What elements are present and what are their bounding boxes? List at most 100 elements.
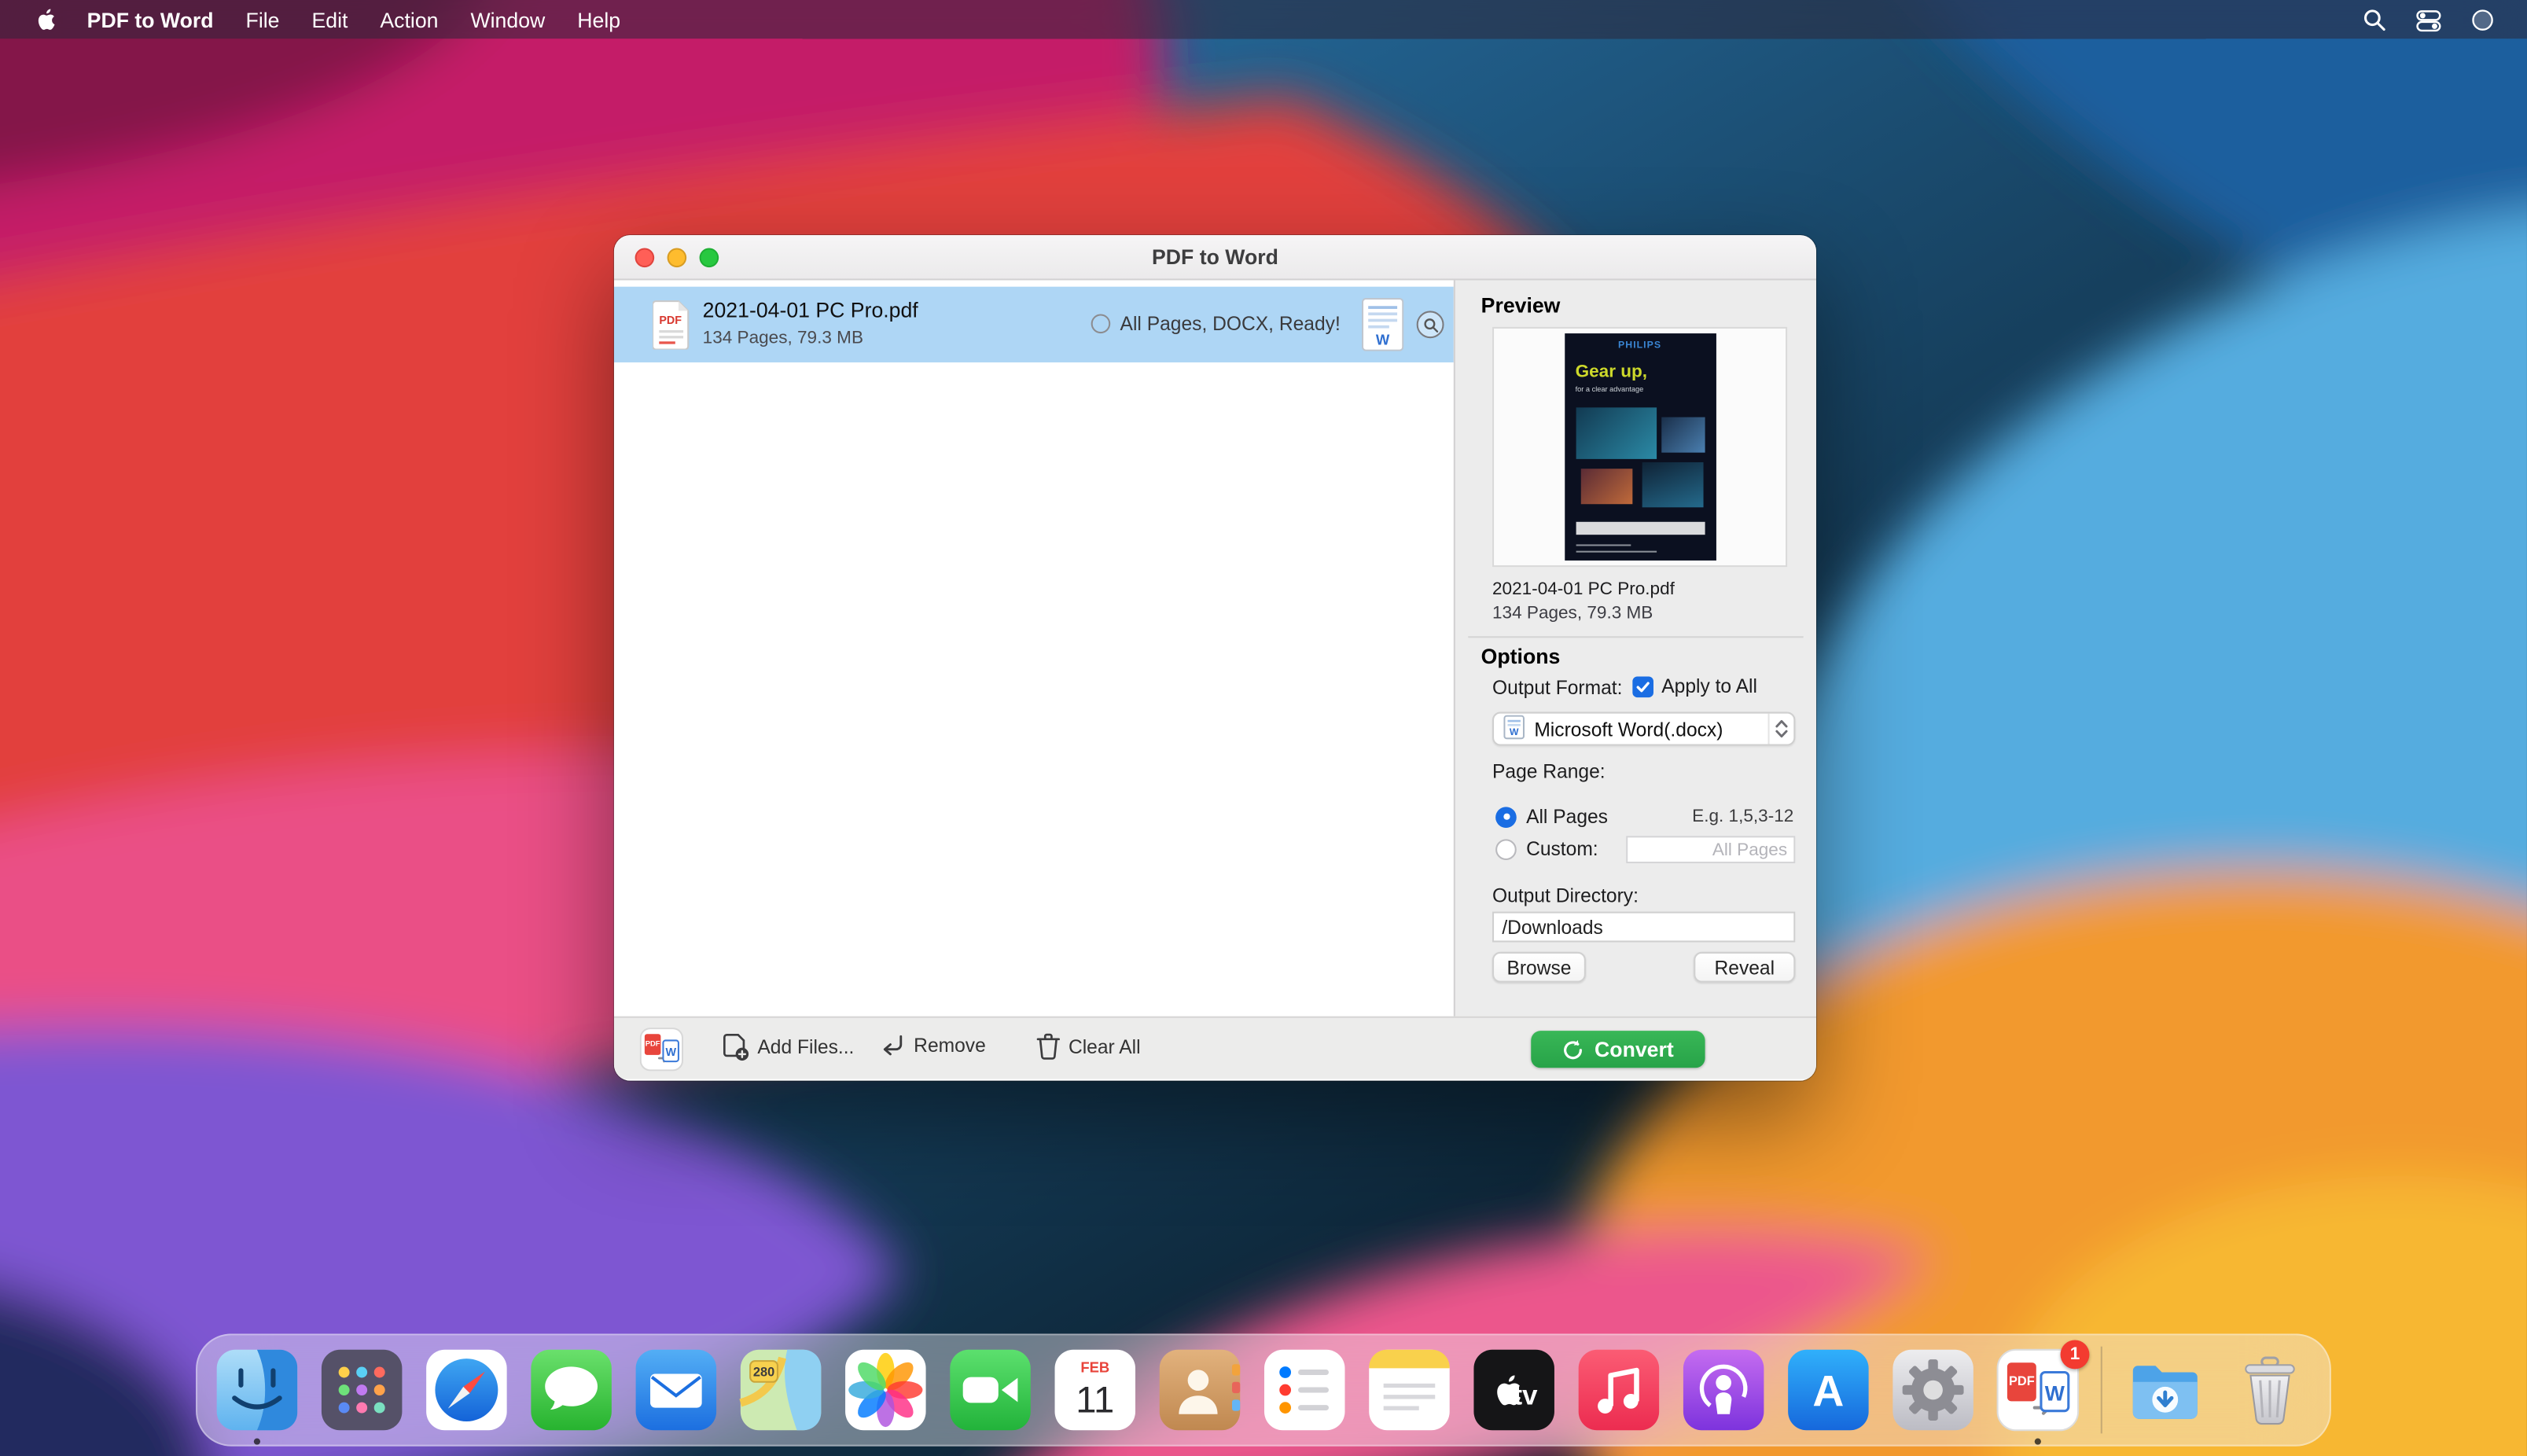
dock-item-finder[interactable] (215, 1348, 300, 1432)
control-center-icon[interactable] (2416, 7, 2442, 31)
dock-item-calendar[interactable]: FEB 11 (1053, 1348, 1137, 1432)
svg-text:W: W (2045, 1381, 2065, 1405)
file-list: PDF 2021-04-01 PC Pro.pdf 134 Pages, 79.… (614, 280, 1454, 1016)
running-indicator (2035, 1438, 2041, 1444)
remove-label: Remove (914, 1034, 986, 1057)
remove-icon (878, 1032, 906, 1058)
dock-item-pdf-to-word[interactable]: PDF W 1 (1996, 1348, 2080, 1432)
word-format-icon: W (1503, 715, 1525, 744)
preview-thumbnail: PHILIPS Gear up, for a clear advantage (1492, 327, 1787, 567)
menu-action[interactable]: Action (364, 7, 454, 31)
mail-icon (635, 1348, 719, 1432)
desktop: PDF to Word File Edit Action Window Help (0, 0, 2527, 1456)
dock-item-tv[interactable]: tv (1472, 1348, 1556, 1432)
pdf-to-word-window: PDF to Word PDF 2021-04-01 PC Pro.pdf 1 (614, 235, 1816, 1081)
dock-item-maps[interactable]: 280 (739, 1348, 823, 1432)
svg-text:W: W (1376, 331, 1390, 347)
custom-range-input[interactable] (1626, 836, 1795, 863)
dock-item-mail[interactable] (635, 1348, 719, 1432)
menu-edit[interactable]: Edit (296, 7, 364, 31)
menu-help[interactable]: Help (561, 7, 637, 31)
add-files-button[interactable]: Add Files... (722, 1032, 854, 1061)
cover-line (1576, 543, 1631, 546)
dock-item-notes[interactable] (1367, 1348, 1451, 1432)
clear-all-label: Clear All (1069, 1035, 1141, 1057)
dock-item-downloads[interactable] (2123, 1348, 2207, 1432)
dock-item-facetime[interactable] (948, 1348, 1032, 1432)
browse-button[interactable]: Browse (1492, 952, 1586, 983)
calendar-month: FEB (1080, 1359, 1109, 1375)
menu-app-name[interactable]: PDF to Word (71, 7, 230, 31)
svg-text:W: W (1510, 726, 1519, 737)
preview-magnifier-button[interactable] (1417, 311, 1444, 338)
cover-image-block (1642, 462, 1703, 507)
panel-divider (1468, 636, 1803, 638)
window-titlebar[interactable]: PDF to Word (614, 235, 1816, 280)
menu-window[interactable]: Window (454, 7, 561, 31)
music-icon (1577, 1348, 1661, 1432)
notification-badge: 1 (2061, 1340, 2090, 1370)
cover-headline: Gear up, (1576, 362, 1647, 382)
all-pages-label: All Pages (1526, 805, 1608, 828)
pdf-file-icon: PDF (653, 300, 691, 358)
notes-icon (1367, 1348, 1451, 1432)
dock-item-contacts[interactable] (1158, 1348, 1242, 1432)
dock-item-safari[interactable] (425, 1348, 509, 1432)
all-pages-radio[interactable] (1495, 806, 1517, 827)
custom-range-radio[interactable] (1495, 838, 1517, 859)
apply-to-all-label: Apply to All (1661, 675, 1757, 697)
facetime-icon (948, 1348, 1032, 1432)
cover-image-block (1576, 407, 1656, 459)
reveal-button[interactable]: Reveal (1694, 952, 1795, 983)
running-indicator (254, 1438, 260, 1444)
photos-icon (844, 1348, 928, 1432)
cover-brand: PHILIPS (1564, 341, 1716, 351)
app-store-letter: A (1812, 1367, 1844, 1416)
pdf-to-word-logo-icon: PDF W (640, 1028, 683, 1079)
window-title: PDF to Word (614, 235, 1816, 280)
dock-item-photos[interactable] (844, 1348, 928, 1432)
safari-icon (425, 1348, 509, 1432)
apple-menu[interactable] (0, 7, 71, 31)
menu-file[interactable]: File (230, 7, 296, 31)
dock-item-reminders[interactable] (1263, 1348, 1347, 1432)
calendar-day: 11 (1076, 1379, 1114, 1421)
app-store-icon: A (1786, 1348, 1870, 1432)
window-toolbar: PDF W Add Files... Rem (614, 1017, 1816, 1079)
popup-chevrons-icon (1768, 714, 1794, 745)
menu-bar: PDF to Word File Edit Action Window Help (0, 0, 2527, 39)
dock-item-system-preferences[interactable] (1891, 1348, 1975, 1432)
dock-item-podcasts[interactable] (1682, 1348, 1766, 1432)
dock-item-launchpad[interactable] (320, 1348, 404, 1432)
output-directory-input[interactable] (1492, 912, 1795, 943)
convert-icon (1562, 1038, 1585, 1061)
remove-button[interactable]: Remove (878, 1032, 986, 1058)
apply-to-all-checkbox[interactable] (1632, 675, 1653, 697)
maps-icon: 280 (739, 1348, 823, 1432)
contacts-icon (1158, 1348, 1242, 1432)
reminders-icon (1263, 1348, 1347, 1432)
cover-strip (1576, 522, 1705, 535)
preview-heading: Preview (1481, 293, 1561, 318)
dock-item-app-store[interactable]: A (1786, 1348, 1870, 1432)
clear-all-button[interactable]: Clear All (1036, 1032, 1141, 1060)
spotlight-search-icon[interactable] (2363, 7, 2387, 31)
dock-item-trash[interactable] (2228, 1348, 2312, 1432)
dock-item-messages[interactable] (529, 1348, 613, 1432)
cover-line (1576, 550, 1656, 553)
preview-file-name: 2021-04-01 PC Pro.pdf (1492, 580, 1675, 600)
svg-text:PDF: PDF (659, 314, 682, 327)
file-row[interactable]: PDF 2021-04-01 PC Pro.pdf 134 Pages, 79.… (614, 287, 1454, 362)
apple-tv-icon: tv (1472, 1348, 1556, 1432)
magazine-cover: PHILIPS Gear up, for a clear advantage (1564, 333, 1716, 561)
output-format-popup[interactable]: W Microsoft Word(.docx) (1492, 712, 1795, 746)
convert-button[interactable]: Convert (1531, 1031, 1705, 1068)
cover-subline: for a clear advantage (1576, 385, 1644, 393)
svg-text:W: W (666, 1046, 677, 1059)
dock-item-music[interactable] (1577, 1348, 1661, 1432)
siri-icon[interactable] (2470, 7, 2495, 31)
word-doc-thumbnail-icon: W (1362, 298, 1403, 359)
add-files-icon (722, 1032, 749, 1061)
options-panel: Preview PHILIPS Gear up, for a clear adv… (1454, 280, 1816, 1016)
launchpad-icon (320, 1348, 404, 1432)
